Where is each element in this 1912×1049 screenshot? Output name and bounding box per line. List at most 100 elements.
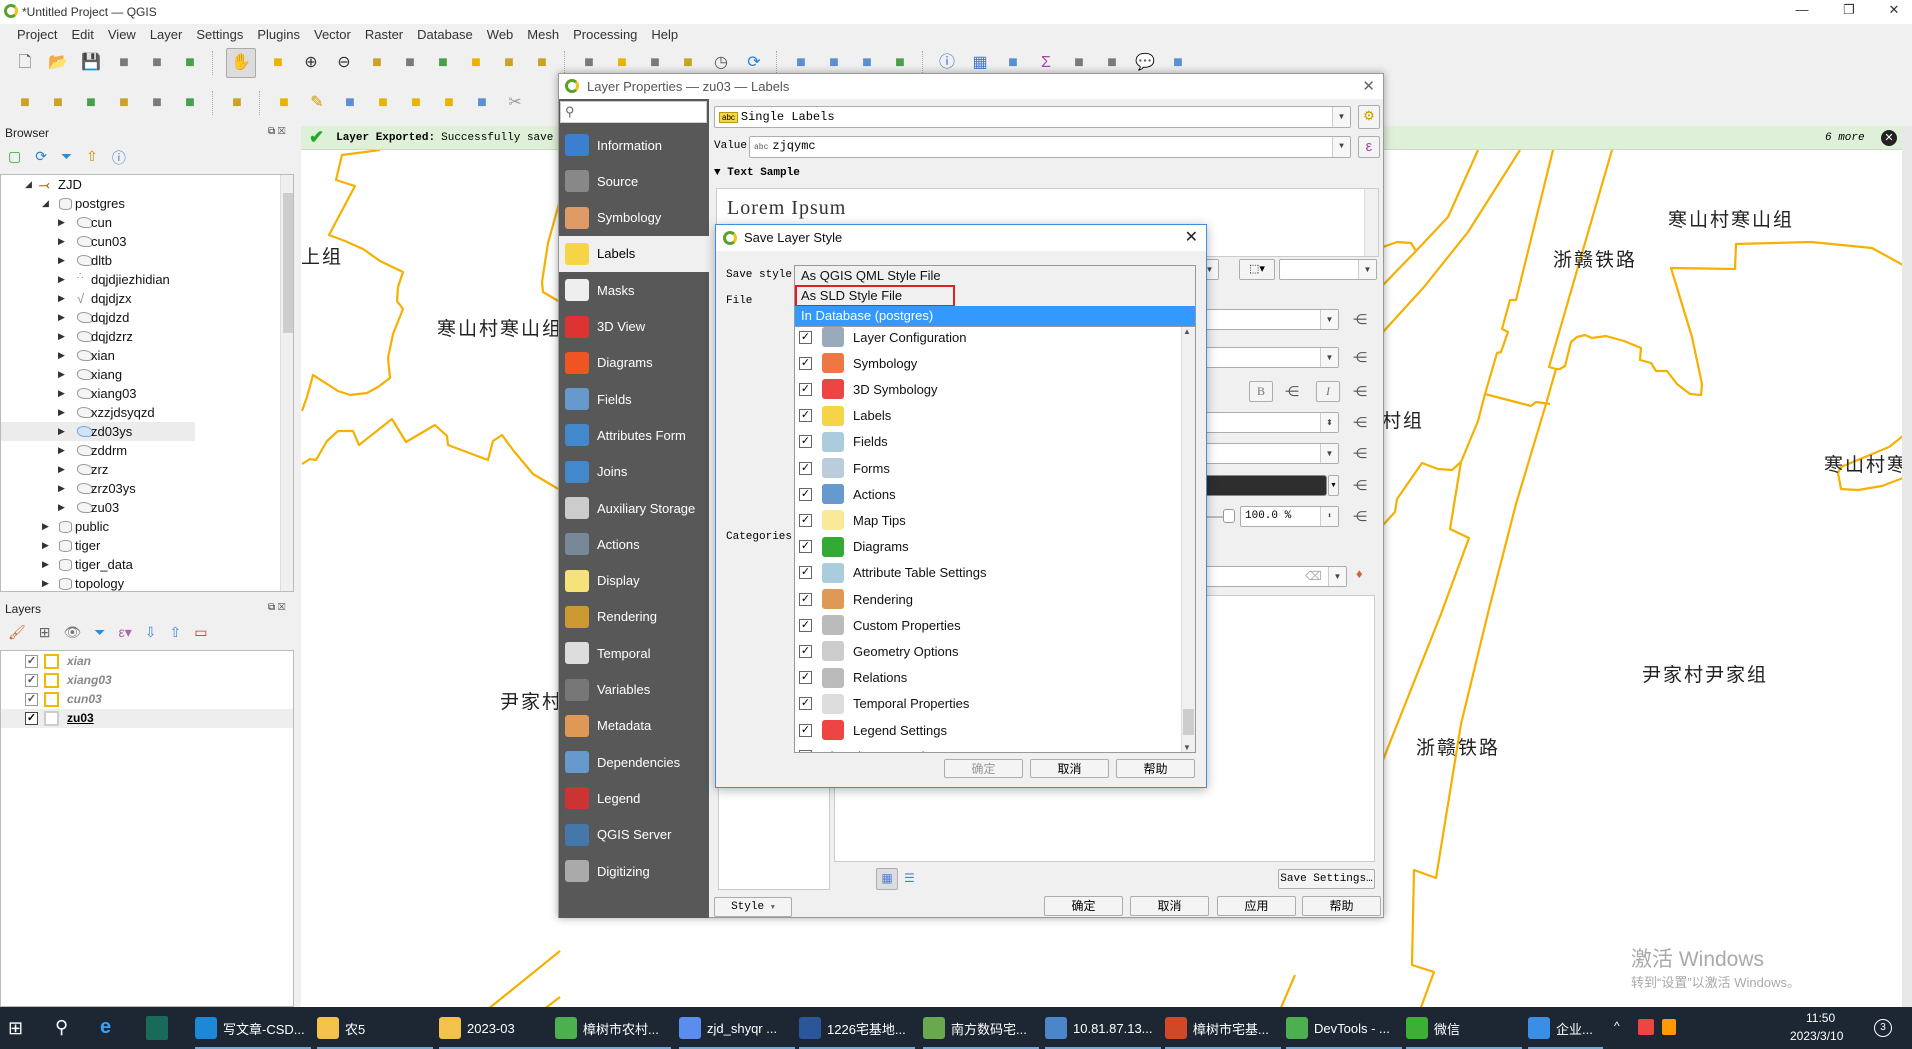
scroll-up-icon[interactable]: ▲: [1183, 327, 1191, 336]
refresh-icon[interactable]: ⟳: [35, 148, 47, 168]
italic-button[interactable]: I: [1316, 381, 1340, 402]
taskbar-item[interactable]: 企业...: [1528, 1007, 1603, 1049]
browser-item-dqjdzd[interactable]: ▶ dqjdzd: [1, 308, 280, 327]
category-checkbox[interactable]: ✓: [799, 749, 812, 752]
measure-area-icon[interactable]: ■: [1101, 52, 1123, 74]
new-temporary-layer-icon[interactable]: ■: [226, 92, 248, 114]
windows-start-icon[interactable]: ⊞: [8, 1018, 23, 1039]
taskbar-item[interactable]: 2023-03: [439, 1007, 555, 1049]
collapsed-arrow-icon[interactable]: ▶: [58, 479, 65, 498]
delete-selected-icon[interactable]: ■: [471, 92, 493, 114]
edit-toggle-icon[interactable]: ■: [273, 92, 295, 114]
taskbar-item[interactable]: 微信: [1406, 1007, 1522, 1049]
browser-item-zu03[interactable]: ▶ zu03: [1, 498, 280, 517]
collapsed-arrow-icon[interactable]: ▶: [42, 574, 49, 591]
visibility-icon[interactable]: 👁: [64, 624, 82, 641]
menu-mesh[interactable]: Mesh: [520, 27, 566, 42]
category-rendering[interactable]: ✓ Rendering: [795, 586, 1175, 612]
taskbar-item[interactable]: 樟树市农村...: [555, 1007, 671, 1049]
new-mesh-icon[interactable]: ■: [179, 92, 201, 114]
restore-button[interactable]: ❐: [1829, 0, 1869, 22]
zoom-to-layer-icon[interactable]: ■: [432, 52, 454, 74]
color-button[interactable]: [1189, 475, 1327, 496]
layer-item-xiang03[interactable]: ✓ xiang03: [1, 671, 293, 690]
data-defined-override-icon[interactable]: ⋲: [1349, 348, 1371, 366]
collapsed-arrow-icon[interactable]: ▶: [58, 498, 65, 517]
save-as-icon[interactable]: ■: [113, 52, 135, 74]
browser-dock-buttons[interactable]: ⧉ ☒: [268, 126, 285, 137]
data-defined-override-icon[interactable]: ⋲: [1349, 382, 1371, 400]
option-in-database[interactable]: In Database (postgres): [795, 306, 1195, 326]
expand-all-icon[interactable]: ⇩: [145, 624, 157, 641]
menu-layer[interactable]: Layer: [143, 27, 190, 42]
open-project-icon[interactable]: 📂: [47, 52, 69, 74]
category-checkbox[interactable]: ✓: [799, 697, 812, 711]
sidebar-item-information[interactable]: Information: [559, 127, 709, 163]
zoom-full-icon[interactable]: ■: [366, 52, 388, 74]
browser-item-zddrm[interactable]: ▶ zddrm: [1, 441, 280, 460]
layer-item-xian[interactable]: ✓ xian: [1, 652, 293, 671]
zoom-in-icon[interactable]: ⊕: [300, 52, 322, 74]
category-checkbox[interactable]: ✓: [799, 513, 812, 527]
new-geopackage-icon[interactable]: ■: [47, 92, 69, 114]
layer-visibility-checkbox[interactable]: ✓: [25, 655, 38, 668]
auto-placement-settings-button[interactable]: ⚙: [1358, 105, 1380, 129]
help-button[interactable]: 帮助: [1302, 896, 1381, 916]
browser-item-xian[interactable]: ▶ xian: [1, 346, 280, 365]
category-checkbox[interactable]: ✓: [799, 435, 812, 449]
data-defined-override-icon[interactable]: ⋲: [1349, 507, 1371, 525]
browser-scrollbar[interactable]: [280, 175, 293, 591]
style-dock-icon[interactable]: ■: [1167, 52, 1189, 74]
collapsed-arrow-icon[interactable]: ▶: [58, 232, 65, 251]
temporal-controller-icon[interactable]: ◷: [710, 52, 732, 74]
browser-item-zrz[interactable]: ▶ zrz: [1, 460, 280, 479]
bold-button[interactable]: B: [1249, 381, 1273, 402]
category-3d-symbology[interactable]: ✓ 3D Symbology: [795, 376, 1175, 402]
new-map-view-icon[interactable]: ■: [578, 52, 600, 74]
category-checkbox[interactable]: ✓: [799, 592, 812, 606]
taskbar-item[interactable]: 农5: [317, 1007, 433, 1049]
data-defined-override-icon[interactable]: ⋲: [1349, 310, 1371, 328]
browser-item-topology[interactable]: ▶ topology: [1, 574, 280, 591]
remove-layer-icon[interactable]: ▭: [194, 624, 207, 641]
apply-button[interactable]: 应用: [1217, 896, 1296, 916]
sidebar-item-joins[interactable]: Joins: [559, 454, 709, 490]
save-project-icon[interactable]: 💾: [80, 52, 102, 74]
clock-time[interactable]: 11:50: [1806, 1011, 1835, 1025]
zoom-out-icon[interactable]: ⊖: [333, 52, 355, 74]
collapsed-arrow-icon[interactable]: ▶: [58, 327, 65, 346]
browser-item-xiang03[interactable]: ▶ xiang03: [1, 384, 280, 403]
collapse-all-icon[interactable]: ⇧: [86, 148, 98, 168]
sidebar-item-metadata[interactable]: Metadata: [559, 708, 709, 744]
text-sample-scrollbar[interactable]: [1364, 189, 1378, 256]
sidebar-item-source[interactable]: Source: [559, 163, 709, 199]
sidebar-search-input[interactable]: ⚲: [560, 101, 707, 123]
menu-view[interactable]: View: [101, 27, 143, 42]
browser-item-zrz03ys[interactable]: ▶ zrz03ys: [1, 479, 280, 498]
text-sample-header[interactable]: ▼ Text Sample: [714, 167, 800, 179]
internet-explorer-icon[interactable]: e: [100, 1016, 111, 1039]
taskbar-item[interactable]: DevTools - ...: [1286, 1007, 1402, 1049]
collapsed-arrow-icon[interactable]: ▶: [58, 308, 65, 327]
layers-dock-buttons[interactable]: ⧉ ☒: [268, 602, 285, 613]
sidebar-item-diagrams[interactable]: Diagrams: [559, 345, 709, 381]
cut-features-icon[interactable]: ✂: [504, 92, 526, 114]
zoom-last-icon[interactable]: ■: [498, 52, 520, 74]
clock-date[interactable]: 2023/3/10: [1790, 1029, 1843, 1043]
cancel-button[interactable]: 取消: [1130, 896, 1209, 916]
category-checkbox[interactable]: ✓: [799, 487, 812, 501]
attribute-table-icon[interactable]: ▦: [969, 52, 991, 74]
sidebar-item-legend[interactable]: Legend: [559, 780, 709, 816]
category-geometry-options[interactable]: ✓ Geometry Options: [795, 638, 1175, 664]
menu-project[interactable]: Project: [10, 27, 64, 42]
category-checkbox[interactable]: ✓: [799, 382, 812, 396]
sidebar-item-temporal[interactable]: Temporal: [559, 635, 709, 671]
collapsed-arrow-icon[interactable]: ▶: [58, 441, 65, 460]
browser-item-dqjdjiezhidian[interactable]: ▶ ∴ dqjdjiezhidian: [1, 270, 280, 289]
data-source-manager-icon[interactable]: ■: [14, 92, 36, 114]
collapsed-arrow-icon[interactable]: ▶: [42, 536, 49, 555]
menu-processing[interactable]: Processing: [566, 27, 644, 42]
sidebar-item-masks[interactable]: Masks: [559, 272, 709, 308]
add-feature-icon[interactable]: ■: [372, 92, 394, 114]
filter-legend-icon[interactable]: ⏷: [94, 624, 105, 641]
